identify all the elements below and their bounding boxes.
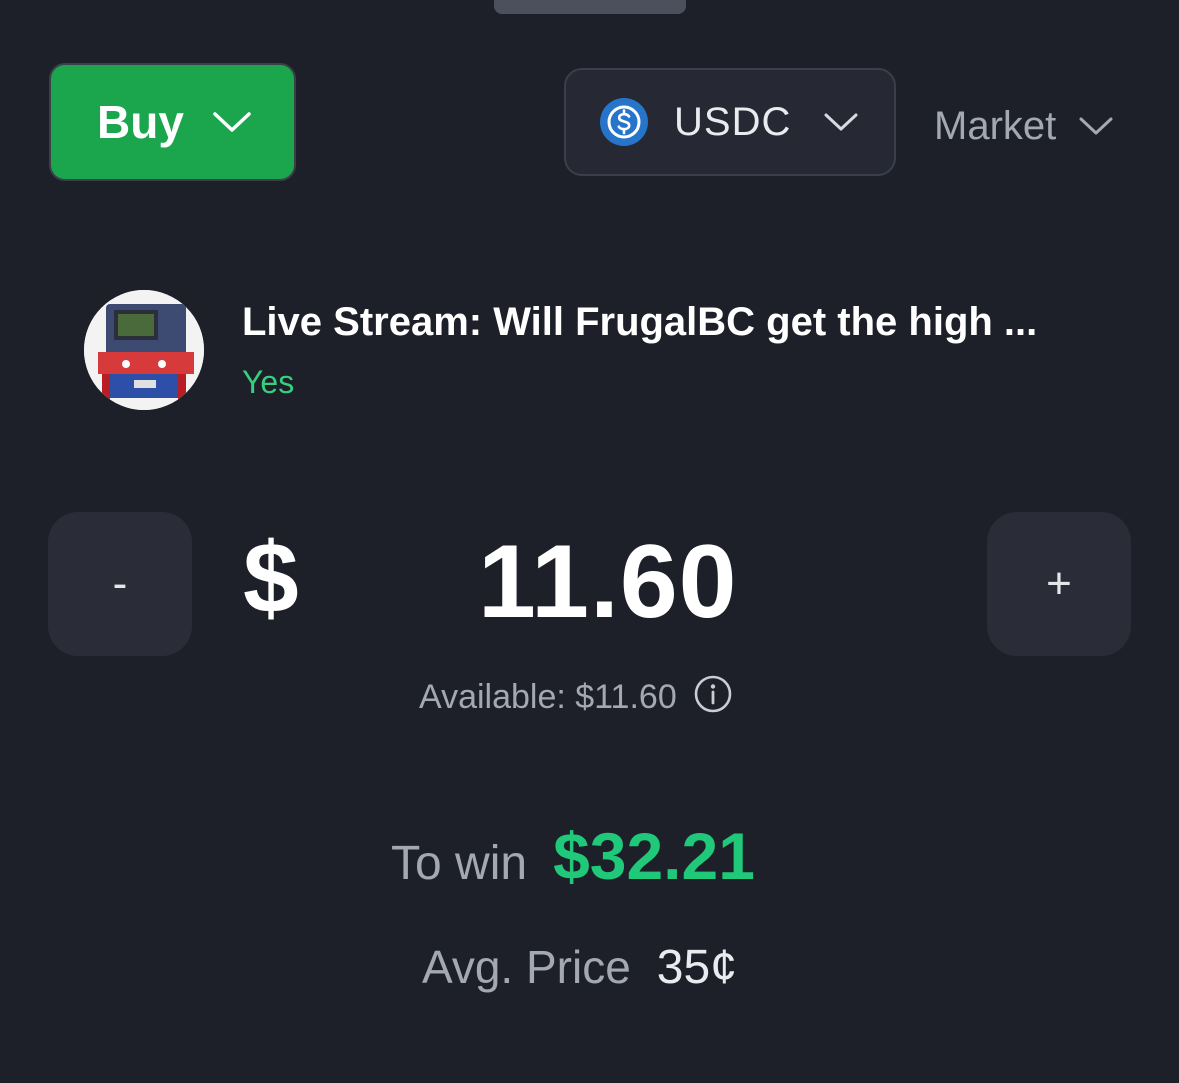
chevron-down-icon (1079, 117, 1113, 135)
currency-label: USDC (674, 99, 792, 144)
arcade-cabinet-thumbnail (84, 290, 204, 410)
currency-selector-button[interactable]: USDC (564, 68, 896, 176)
to-win-value: $32.21 (553, 819, 755, 893)
trade-sheet: Buy USDC Market Live Stream: Will Frugal… (0, 0, 1179, 1083)
side-selector-button[interactable]: Buy (49, 63, 296, 181)
avg-price-row: Avg. Price 35¢ (422, 940, 737, 995)
decrement-button[interactable]: - (48, 512, 192, 656)
amount-input[interactable]: 11.60 (478, 530, 738, 634)
drag-handle[interactable] (494, 0, 686, 14)
market-title: Live Stream: Will FrugalBC get the high … (242, 300, 1038, 344)
market-outcome: Yes (242, 364, 295, 400)
info-icon[interactable] (693, 674, 733, 714)
currency-symbol: $ (243, 522, 299, 634)
market-thumbnail (84, 290, 204, 410)
avg-price-value: 35¢ (656, 941, 737, 994)
available-balance: Available: $11.60 (419, 675, 733, 717)
increment-label: + (1046, 559, 1072, 608)
increment-button[interactable]: + (987, 512, 1131, 656)
to-win-row: To win $32.21 (391, 818, 755, 894)
decrement-label: - (112, 559, 128, 608)
side-selector-label: Buy (97, 96, 184, 148)
chevron-down-icon (824, 113, 858, 131)
to-win-label: To win (391, 837, 528, 890)
order-type-selector[interactable]: Market (934, 98, 1116, 154)
available-balance-text: Available: $11.60 (419, 678, 677, 716)
chevron-down-icon (213, 112, 251, 132)
usdc-coin-icon (600, 98, 648, 146)
order-type-label: Market (934, 103, 1057, 148)
avg-price-label: Avg. Price (422, 941, 631, 993)
